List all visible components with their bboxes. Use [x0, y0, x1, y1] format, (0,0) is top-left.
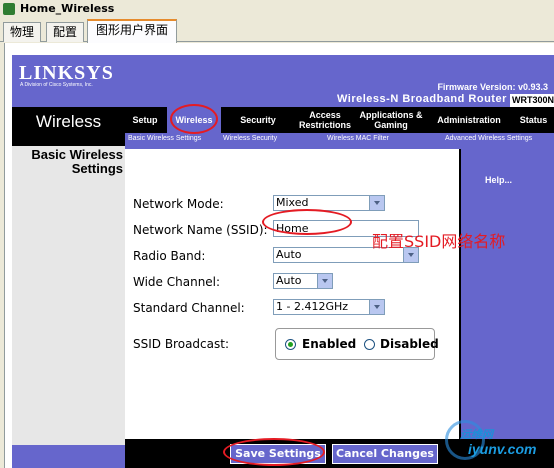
subnav-advanced-wireless[interactable]: Advanced Wireless Settings: [445, 133, 532, 145]
nav-administration[interactable]: Administration: [427, 107, 511, 133]
wide-channel-select[interactable]: Auto: [273, 273, 333, 289]
ssid-broadcast-label: SSID Broadcast:: [133, 337, 229, 351]
radio-band-value: Auto: [276, 248, 302, 261]
router-page: LINKSYS A Division of Cisco Systems, Inc…: [12, 55, 554, 468]
radio-disabled[interactable]: [364, 339, 375, 350]
radio-band-label: Radio Band:: [133, 249, 206, 263]
window-title: Home_Wireless: [20, 2, 115, 15]
radio-enabled[interactable]: [285, 339, 296, 350]
standard-channel-select[interactable]: 1 - 2.412GHz: [273, 299, 385, 315]
annotation-text: 配置SSID网络名称: [372, 232, 506, 251]
watermark-bottom: iyunv.com: [468, 441, 537, 457]
app-icon: [3, 3, 15, 15]
sub-nav: Basic Wireless Settings Wireless Securit…: [125, 133, 554, 145]
network-mode-label: Network Mode:: [133, 197, 224, 211]
tab-gui[interactable]: 图形用户界面: [87, 19, 177, 43]
standard-channel-value: 1 - 2.412GHz: [276, 300, 349, 313]
wide-channel-label: Wide Channel:: [133, 275, 221, 289]
subnav-mac-filter[interactable]: Wireless MAC Filter: [327, 133, 389, 145]
nav-status[interactable]: Status: [513, 107, 554, 133]
product-name: Wireless-N Broadband Router: [337, 93, 507, 105]
help-column: Help...: [459, 149, 554, 449]
network-mode-select[interactable]: Mixed: [273, 195, 385, 211]
subnav-wireless-security[interactable]: Wireless Security: [223, 133, 277, 145]
logo-bar: LINKSYS A Division of Cisco Systems, Inc…: [12, 55, 554, 93]
firmware-version: Firmware Version: v0.93.3: [437, 82, 548, 92]
nav-access-restrictions[interactable]: Access Restrictions: [295, 107, 355, 133]
wide-channel-value: Auto: [276, 274, 302, 287]
left-column: Basic Wireless Settings: [12, 145, 125, 445]
save-settings-button[interactable]: Save Settings: [230, 444, 326, 464]
model-name: WRT300N: [510, 94, 554, 107]
device-tabs: 物理 配置 图形用户界面: [0, 18, 554, 43]
nav-applications-gaming[interactable]: Applications & Gaming: [357, 107, 425, 133]
ssid-broadcast-group: Enabled Disabled: [275, 328, 439, 360]
nav-setup[interactable]: Setup: [125, 107, 165, 133]
tab-config[interactable]: 配置: [46, 22, 84, 42]
logo-subtitle: A Division of Cisco Systems, Inc.: [20, 82, 93, 88]
settings-panel: Network Mode: Mixed Network Name (SSID):…: [125, 149, 459, 439]
subnav-basic-wireless[interactable]: Basic Wireless Settings: [128, 133, 201, 145]
window-titlebar: Home_Wireless: [0, 0, 554, 18]
main-nav: Setup Wireless Security Access Restricti…: [125, 107, 554, 133]
nav-wireless[interactable]: Wireless: [167, 107, 221, 133]
nav-security[interactable]: Security: [223, 107, 293, 133]
help-link[interactable]: Help...: [485, 175, 512, 185]
section-title: Wireless: [12, 107, 125, 145]
radio-enabled-label: Enabled: [302, 337, 357, 351]
left-column-title: Basic Wireless Settings: [31, 147, 123, 176]
ssid-label: Network Name (SSID):: [133, 223, 268, 237]
chevron-down-icon: [369, 300, 384, 314]
watermark-top: 运维网: [460, 429, 493, 441]
radio-disabled-label: Disabled: [380, 337, 439, 351]
standard-channel-label: Standard Channel:: [133, 301, 245, 315]
network-mode-value: Mixed: [276, 196, 309, 209]
tab-physical[interactable]: 物理: [3, 22, 41, 42]
cancel-changes-button[interactable]: Cancel Changes: [332, 444, 438, 464]
chevron-down-icon: [369, 196, 384, 210]
chevron-down-icon: [317, 274, 332, 288]
